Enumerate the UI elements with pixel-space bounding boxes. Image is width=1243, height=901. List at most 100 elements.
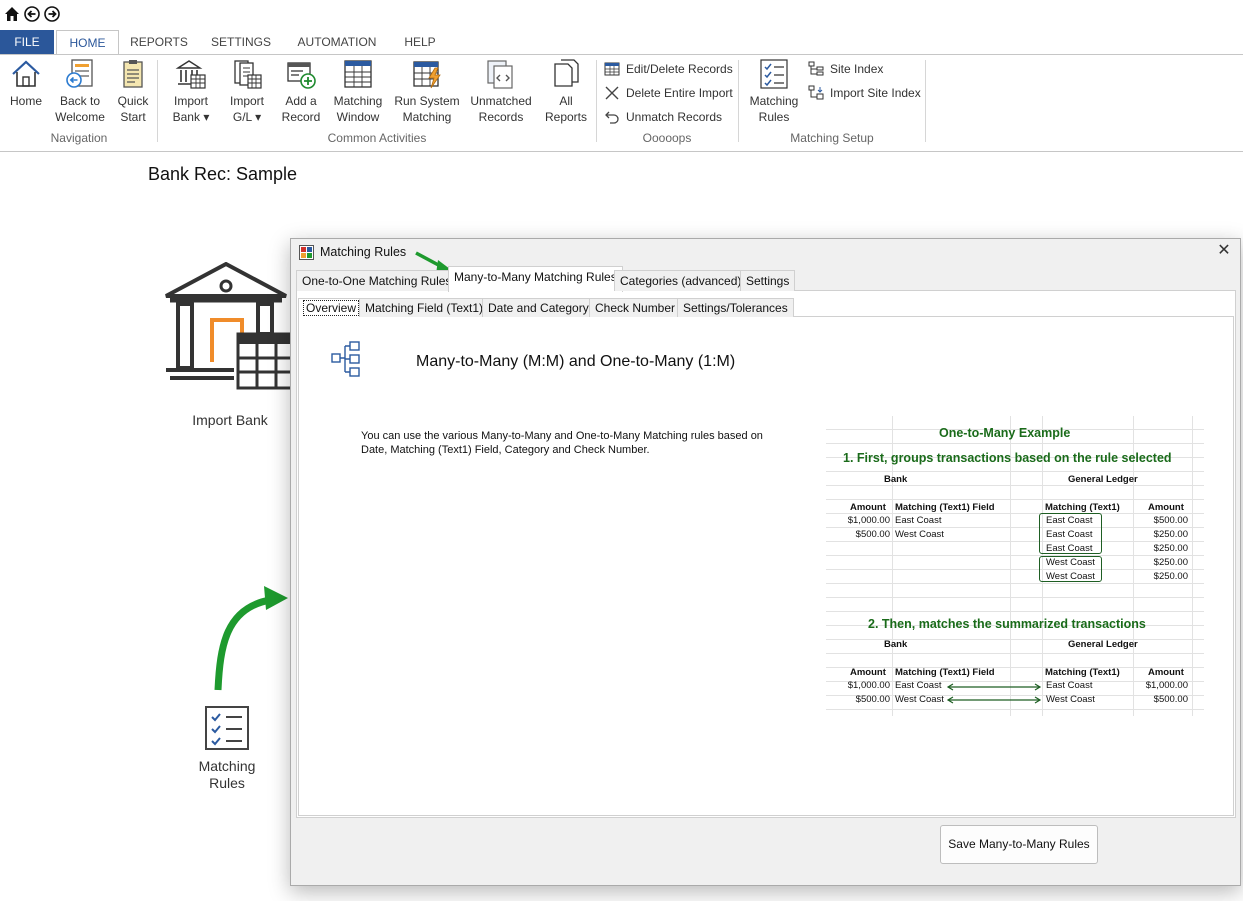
quick-start-button[interactable]: Quick Start — [114, 58, 152, 125]
back-to-welcome-button[interactable]: Back to Welcome — [53, 58, 107, 125]
lightning-grid-icon — [411, 58, 443, 90]
bank-field: West Coast — [895, 694, 944, 705]
subtab-date-category[interactable]: Date and Category — [482, 298, 595, 317]
col-amount: Amount — [850, 502, 886, 513]
col-amount-gl: Amount — [1148, 667, 1184, 678]
bank-field: West Coast — [895, 529, 944, 540]
col-matching-field: Matching (Text1) Field — [895, 667, 995, 678]
bank-header: Bank — [884, 474, 908, 485]
app-window-icon — [299, 245, 314, 260]
add-record-icon — [285, 58, 317, 90]
delete-entire-import-button[interactable]: Delete Entire Import — [604, 84, 733, 102]
east-coast-group-box — [1039, 513, 1102, 554]
gl-field: West Coast — [1046, 694, 1095, 705]
tab-file[interactable]: FILE — [0, 30, 54, 54]
table-edit-icon — [604, 61, 620, 77]
col-matching-field: Matching (Text1) Field — [895, 502, 995, 513]
import-site-index-button[interactable]: Import Site Index — [808, 84, 921, 102]
import-bank-workflow-icon[interactable] — [164, 261, 298, 392]
col-amount: Amount — [850, 667, 886, 678]
site-index-button[interactable]: Site Index — [808, 60, 883, 78]
close-icon[interactable]: ✕ — [1216, 243, 1232, 259]
reports-icon — [550, 58, 582, 90]
import-bank-label: Import Bank — [192, 412, 268, 428]
save-many-to-many-rules-button[interactable]: Save Many-to-Many Rules — [940, 825, 1098, 864]
group-oooops-label: Ooooops — [642, 131, 692, 145]
col-matching-text1: Matching (Text1) — [1045, 502, 1120, 513]
welcome-screen-icon — [64, 58, 96, 90]
close-x-icon — [604, 85, 620, 101]
ribbon-separator — [157, 60, 158, 142]
group-common-activities-label: Common Activities — [327, 131, 427, 145]
clipboard-icon — [117, 58, 149, 90]
home-icon — [10, 58, 42, 90]
bank-field: East Coast — [895, 515, 942, 526]
ribbon-separator — [925, 60, 926, 142]
dropdown-caret-icon: ▾ — [203, 110, 210, 124]
tab-automation[interactable]: AUTOMATION — [292, 30, 382, 54]
unmatched-records-icon — [485, 58, 517, 90]
run-system-matching-button[interactable]: Run System Matching — [393, 58, 461, 125]
tab-help[interactable]: HELP — [398, 30, 442, 54]
undo-arrow-icon — [604, 109, 620, 125]
gl-amount: $500.00 — [1153, 515, 1188, 526]
bank-amount: $1,000.00 — [847, 515, 890, 526]
gl-amount: $250.00 — [1153, 529, 1188, 540]
subtab-check-number[interactable]: Check Number — [589, 298, 682, 317]
overview-heading: Many-to-Many (M:M) and One-to-Many (1:M) — [416, 353, 736, 370]
overview-description: You can use the various Many-to-Many and… — [361, 430, 763, 456]
unmatch-records-button[interactable]: Unmatch Records — [604, 108, 722, 126]
bank-amount: $500.00 — [855, 694, 890, 705]
tab-home[interactable]: HOME — [56, 30, 119, 55]
unmatched-records-button[interactable]: Unmatched Records — [467, 58, 535, 125]
gl-header: General Ledger — [1068, 639, 1138, 650]
bank-amount: $500.00 — [855, 529, 890, 540]
bank-building-icon — [175, 58, 207, 90]
home-icon[interactable] — [4, 6, 20, 22]
subtab-overview[interactable]: Overview — [298, 298, 365, 317]
tab-settings[interactable]: SETTINGS — [206, 30, 276, 54]
tab-one-to-one[interactable]: One-to-One Matching Rules — [296, 270, 458, 291]
example-title: One-to-Many Example — [939, 426, 1071, 440]
page-title: Bank Rec: Sample — [148, 164, 298, 184]
checklist-icon — [758, 58, 790, 90]
back-arrow-icon[interactable] — [24, 6, 40, 22]
home-button[interactable]: Home — [6, 58, 46, 109]
ribbon-separator — [596, 60, 597, 142]
edit-delete-records-button[interactable]: Edit/Delete Records — [604, 60, 733, 78]
hierarchy-icon — [330, 340, 362, 380]
all-reports-button[interactable]: All Reports — [543, 58, 589, 125]
gl-amount: $250.00 — [1153, 571, 1188, 582]
tab-dialog-settings[interactable]: Settings — [740, 270, 796, 291]
import-gl-button[interactable]: Import G/L ▾ — [224, 58, 270, 125]
bank-amount: $1,000.00 — [847, 680, 890, 691]
ledger-book-icon — [231, 58, 263, 90]
add-record-button[interactable]: Add a Record — [279, 58, 323, 125]
bank-header: Bank — [884, 639, 908, 650]
dropdown-caret-icon: ▾ — [255, 110, 262, 124]
forward-arrow-icon[interactable] — [44, 6, 60, 22]
gl-field: East Coast — [1046, 680, 1093, 691]
spreadsheet-window-icon — [342, 58, 374, 90]
gl-amount: $250.00 — [1153, 557, 1188, 568]
tab-reports[interactable]: REPORTS — [124, 30, 194, 54]
matching-rules-workflow-icon[interactable] — [204, 705, 250, 751]
group-navigation-label: Navigation — [50, 131, 108, 145]
subtab-settings-tolerances[interactable]: Settings/Tolerances — [677, 298, 794, 317]
import-bank-button[interactable]: Import Bank ▾ — [166, 58, 216, 125]
import-site-index-icon — [808, 85, 824, 101]
example-step1: 1. First, groups transactions based on t… — [843, 451, 1172, 465]
gl-amount: $250.00 — [1153, 543, 1188, 554]
group-matching-setup-label: Matching Setup — [790, 131, 874, 145]
tab-many-to-many[interactable]: Many-to-Many Matching Rules — [448, 266, 623, 292]
matching-window-button[interactable]: Matching Window — [329, 58, 387, 125]
matching-rules-workflow-label: Matching Rules — [198, 758, 256, 791]
quick-access-toolbar — [4, 6, 60, 22]
col-amount-gl: Amount — [1148, 502, 1184, 513]
west-coast-group-box — [1039, 556, 1102, 582]
gl-amount: $500.00 — [1153, 694, 1188, 705]
tab-categories-advanced[interactable]: Categories (advanced) — [614, 270, 748, 291]
matching-rules-ribbon-button[interactable]: Matching Rules — [746, 58, 802, 125]
workflow-arrow-icon — [210, 586, 290, 694]
subtab-matching-field[interactable]: Matching Field (Text1) — [359, 298, 490, 317]
